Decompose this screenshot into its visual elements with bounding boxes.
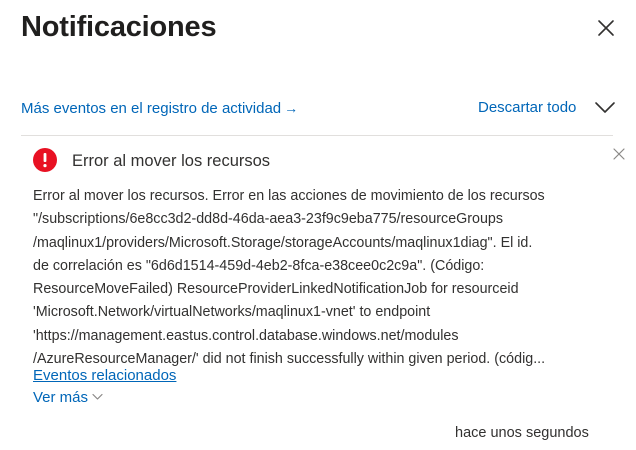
notification-card: Error al mover los recursos Error al mov… — [21, 136, 625, 450]
message-line: "/subscriptions/6e8cc3d2-dd8d-46da-aea3-… — [33, 211, 504, 228]
collapse-all-button[interactable] — [594, 100, 616, 116]
dismiss-notification-button[interactable] — [612, 147, 626, 161]
notification-message: Error al mover los recursos. Error en la… — [33, 185, 615, 371]
message-line: ResourceMoveFailed) ResourceProviderLink… — [33, 281, 519, 298]
arrow-right-icon: → — [284, 100, 299, 116]
chevron-down-icon — [92, 393, 103, 400]
notification-timestamp: hace unos segundos — [455, 425, 589, 441]
related-events-link[interactable]: Eventos relacionados — [33, 366, 176, 386]
close-panel-button[interactable] — [596, 18, 616, 38]
message-line: Error al mover los recursos. Error en la… — [33, 188, 545, 204]
notifications-panel: Notificaciones Más eventos en el registr… — [0, 0, 636, 450]
message-line: /maqlinux1/providers/Microsoft.Storage/s… — [33, 234, 533, 251]
notification-title: Error al mover los recursos — [72, 152, 271, 170]
see-more-label: Ver más — [33, 389, 89, 406]
close-icon — [598, 20, 614, 36]
see-more-button[interactable]: Ver más — [33, 388, 103, 408]
message-line: 'Microsoft.Network/virtualNetworks/maqli… — [33, 304, 431, 321]
activity-log-link-label: Más eventos en el registro de actividad — [21, 100, 282, 117]
dismiss-all-button[interactable]: Descartar todo — [478, 98, 576, 118]
error-icon — [33, 148, 57, 172]
chevron-down-icon — [595, 102, 615, 113]
message-line: 'https://management.eastus.control.datab… — [33, 327, 459, 344]
activity-log-link[interactable]: Más eventos en el registro de actividad → — [21, 98, 298, 119]
close-icon — [613, 148, 625, 160]
panel-title: Notificaciones — [21, 11, 217, 43]
message-line: de correlación es "6d6d1514-459d-4eb2-8f… — [33, 257, 485, 274]
